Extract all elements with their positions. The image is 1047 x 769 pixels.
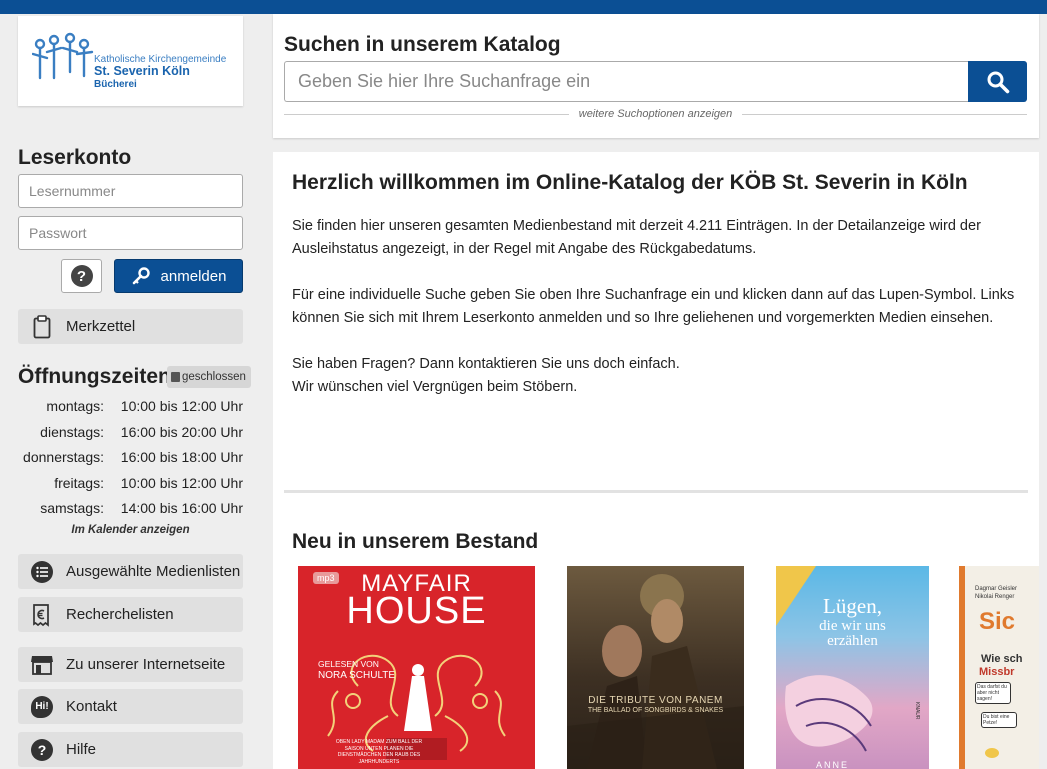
cover-title-line: Wie sch [981,653,1023,665]
notepad-label: Merkzettel [66,318,136,335]
hours-time: 14:00 bis 16:00 Uhr [120,500,243,516]
hours-row: samstags: 14:00 bis 16:00 Uhr [18,500,243,526]
reader-number-input[interactable] [18,174,243,208]
welcome-title: Herzlich willkommen im Online-Katalog de… [292,171,968,194]
help-icon-glyph: ? [31,738,53,761]
cover-title-line: HOUSE [346,590,487,632]
welcome-paragraph: Sie finden hier unseren gesamten Medienb… [292,218,981,257]
cover-author: Nikolai Renger [975,594,1015,600]
main-panel: Herzlich willkommen im Online-Katalog de… [273,152,1039,769]
sidebar-item-help[interactable]: ? Hilfe [18,732,243,767]
logo-line-library: Bücherei [94,78,137,90]
hours-day: donnerstags: [23,449,104,465]
search-title: Suchen in unserem Katalog [284,33,561,56]
clipboard-icon [18,314,66,339]
account-help-button[interactable]: ? [61,259,102,293]
status-badge-label: geschlossen [182,371,246,383]
new-items-heading: Neu in unserem Bestand [292,530,539,553]
section-divider [284,490,1028,493]
search-panel: Suchen in unserem Katalog weitere Suchop… [273,14,1039,138]
divider-line [742,113,1028,115]
cover-title-line: Missbr [979,666,1015,678]
notepad-button[interactable]: Merkzettel [18,309,243,344]
cover-title-line: Sic [979,608,1016,635]
hours-row: donnerstags: 16:00 bis 18:00 Uhr [18,449,243,475]
cover-author: ANNE [816,760,850,769]
hours-time: 10:00 bis 12:00 Uhr [120,398,243,414]
more-search-options-label: weitere Suchoptionen anzeigen [578,108,733,120]
sidebar-item-media-lists[interactable]: Ausgewählte Medienlisten [18,554,243,589]
opening-hours-heading: Öffnungszeiten [18,365,171,388]
cover-reader-name: NORA SCHULTE [318,670,396,681]
lock-icon [171,372,180,382]
sidebar-item-label: Hilfe [66,741,97,758]
list-icon [18,560,66,583]
cover-title-line: erzählen [827,633,878,649]
help-icon: ? [18,738,66,761]
shop-icon [18,654,66,676]
cover-publisher: KNAUR [914,702,920,720]
cover-title-line: DIE TRIBUTE VON PANEM [588,695,723,706]
sidebar-item-label: Zu unserer Internetseite [66,656,226,673]
search-icon [987,71,1009,93]
calendar-link[interactable]: Im Kalender anzeigen [18,524,243,536]
cover-title-line: Lügen, [823,594,882,618]
sidebar-item-website[interactable]: Zu unserer Internetseite [18,647,243,682]
cover-reader-label: GELESEN VON [318,659,379,669]
hours-day: freitags: [54,474,104,491]
key-icon [132,267,150,285]
sidebar-item-research-lists[interactable]: Recherchelisten [18,597,243,632]
status-badge: geschlossen [167,366,251,388]
book-cover-mayfair-house[interactable]: mp3 MAYFAIR HOUSE GELESEN VON NORA SCHUL… [298,566,535,769]
library-logo[interactable]: Katholische Kirchengemeinde St. Severin … [18,16,243,106]
sidebar-item-label: Recherchelisten [66,606,174,623]
hours-day: samstags: [40,500,104,516]
password-input[interactable] [18,216,243,250]
logo-line-name: St. Severin Köln [94,64,190,78]
cover-spine [959,566,965,769]
hours-time: 10:00 bis 12:00 Uhr [120,474,243,491]
hours-day: dienstags: [40,423,104,440]
hours-row: dienstags: 16:00 bis 20:00 Uhr [18,424,243,450]
logo-figures-icon [32,32,94,80]
hours-day: montags: [46,398,104,414]
hours-time: 16:00 bis 18:00 Uhr [120,449,243,465]
chat-hi-icon: Hi! [18,695,66,718]
cover-subtitle: THE BALLAD OF SONGBIRDS & SNAKES [587,707,724,714]
cover-tagline: OBEN LADY MADAM ZUM BALL DER SAISON UNTE… [335,739,423,765]
welcome-text: Sie finden hier unseren gesamten Medienb… [292,215,1022,422]
login-button[interactable]: anmelden [114,259,243,293]
hours-row: freitags: 10:00 bis 12:00 Uhr [18,475,243,501]
book-cover-sich-wehren[interactable]: Dagmar Geisler Nikolai Renger Sic Wie sc… [959,566,1039,769]
hours-row: montags: 10:00 bis 12:00 Uhr [18,398,243,424]
login-label: anmelden [160,267,227,285]
cover-speech-bubble: Das darfst du aber nicht sagen! [975,682,1011,704]
euro-receipt-icon [18,603,66,627]
opening-hours-table: montags: 10:00 bis 12:00 Uhr dienstags: 16… [18,398,243,526]
cover-speech-bubble: Du bist eine Petze! [981,712,1017,728]
sidebar-item-contact[interactable]: Hi! Kontakt [18,689,243,724]
top-bar [0,0,1047,14]
sidebar-item-label: Ausgewählte Medienlisten [66,563,241,580]
search-button[interactable] [968,61,1027,102]
cover-decoration [985,748,999,758]
search-input[interactable] [284,61,969,102]
chat-hi-badge: Hi! [31,695,53,718]
question-icon: ? [70,265,93,287]
cover-art [567,574,744,769]
welcome-paragraph: Für eine individuelle Suche geben Sie ob… [292,287,1015,326]
book-cover-tribute-von-panem[interactable]: DIE TRIBUTE VON PANEM THE BALLAD OF SONG… [567,566,744,769]
account-heading: Leserkonto [18,146,132,169]
hours-time: 16:00 bis 20:00 Uhr [120,423,243,440]
more-search-options[interactable]: weitere Suchoptionen anzeigen [284,108,1028,120]
cover-author: Dagmar Geisler [975,586,1018,592]
divider-line [284,113,569,115]
book-cover-luegen[interactable]: Lügen, die wir uns erzählen KNAUR ANNE [776,566,929,769]
sidebar-item-label: Kontakt [66,698,117,715]
welcome-paragraph: Sie haben Fragen? Dann kontaktieren Sie … [292,356,680,395]
